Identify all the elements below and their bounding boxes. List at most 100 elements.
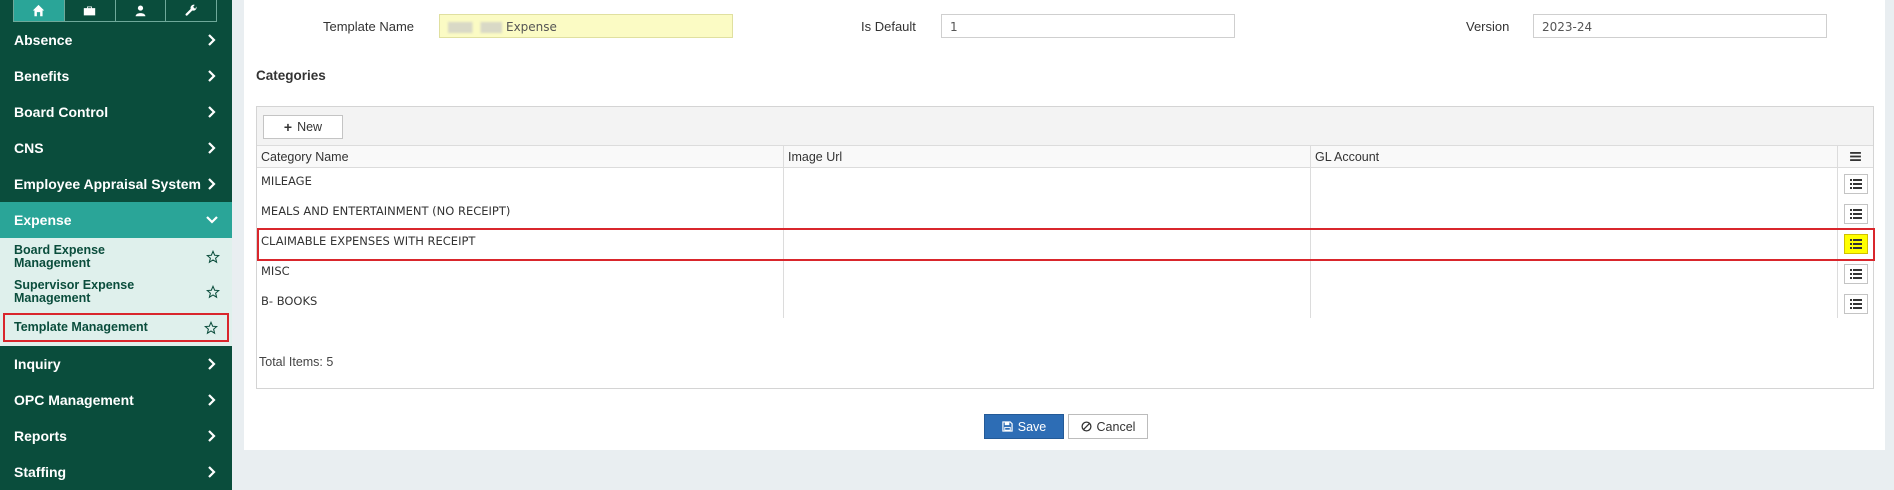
star-icon[interactable] [206, 285, 220, 299]
sidebar-item-opc-management[interactable]: OPC Management [0, 382, 232, 418]
tab-briefcase[interactable] [64, 0, 116, 21]
cell-image-url [784, 258, 1311, 288]
list-icon [1849, 299, 1862, 309]
sidebar-item-label: CNS [14, 140, 44, 156]
chevron-right-icon [208, 142, 216, 154]
table-row[interactable]: B- BOOKS [257, 288, 1873, 318]
sidebar-item-label: Reports [14, 428, 67, 444]
star-icon[interactable] [204, 320, 218, 335]
redacted-text [448, 22, 502, 33]
sidebar-item-absence[interactable]: Absence [0, 22, 232, 58]
chevron-right-icon [208, 178, 216, 190]
grid-header: Category Name Image Url GL Account [257, 146, 1873, 168]
main-panel: Template Name Expense Is Default 1 Versi… [244, 0, 1885, 450]
sidebar-item-label: Staffing [14, 464, 67, 480]
ban-icon [1080, 421, 1092, 432]
sidebar-item-label: Inquiry [14, 356, 61, 372]
chevron-right-icon [208, 394, 216, 406]
chevron-right-icon [208, 466, 216, 478]
sidebar-item-board-control[interactable]: Board Control [0, 94, 232, 130]
cell-gl-account [1311, 198, 1838, 228]
sidebar-subitem-template-management[interactable]: Template Management [2, 312, 230, 343]
template-name-label: Template Name [323, 19, 415, 34]
sidebar-item-reports[interactable]: Reports [0, 418, 232, 454]
column-menu[interactable] [1838, 146, 1873, 167]
tab-tools[interactable] [166, 0, 216, 21]
column-header-gl-account[interactable]: GL Account [1311, 146, 1838, 167]
home-icon [33, 4, 45, 17]
column-header-category-name[interactable]: Category Name [257, 146, 784, 167]
sidebar-item-expense[interactable]: Expense [0, 202, 232, 238]
sidebar-item-benefits[interactable]: Benefits [0, 58, 232, 94]
cell-image-url [784, 228, 1311, 258]
cell-category-name: MISC [257, 258, 784, 288]
row-actions [1838, 288, 1873, 318]
cell-image-url [784, 168, 1311, 198]
sidebar-top-tabs [0, 0, 232, 22]
row-details-button[interactable] [1843, 174, 1868, 194]
categories-title: Categories [256, 68, 326, 83]
new-button-label: New [297, 120, 323, 134]
sidebar-item-label: Absence [14, 32, 73, 48]
cell-gl-account [1311, 228, 1838, 258]
expense-submenu: Board Expense Management Supervisor Expe… [0, 238, 232, 346]
floppy-disk-icon [1002, 421, 1013, 432]
row-details-button[interactable] [1843, 234, 1868, 254]
cancel-button-label: Cancel [1096, 419, 1136, 434]
row-details-button[interactable] [1843, 204, 1868, 224]
version-field[interactable]: 2023-24 [1533, 14, 1827, 38]
cell-gl-account [1311, 168, 1838, 198]
briefcase-icon [83, 6, 96, 16]
new-category-button[interactable]: + New [263, 115, 343, 139]
star-icon[interactable] [206, 249, 220, 264]
sidebar-item-label: Benefits [14, 68, 70, 84]
chevron-right-icon [208, 358, 216, 370]
chevron-right-icon [208, 70, 216, 82]
table-row[interactable]: MEALS AND ENTERTAINMENT (NO RECEIPT) [257, 198, 1873, 228]
sidebar-subitem-supervisor-expense[interactable]: Supervisor Expense Management [0, 272, 232, 312]
cell-category-name: MILEAGE [257, 168, 784, 198]
row-actions [1838, 168, 1873, 198]
row-actions [1838, 258, 1873, 288]
sidebar-subitem-label: Supervisor Expense Management [14, 278, 135, 305]
save-button[interactable]: Save [984, 414, 1064, 439]
grid-toolbar: + New [257, 107, 1873, 146]
chevron-right-icon [208, 34, 216, 46]
save-button-label: Save [1017, 419, 1047, 434]
table-row-selected[interactable]: CLAIMABLE EXPENSES WITH RECEIPT [257, 228, 1873, 258]
column-header-image-url[interactable]: Image Url [784, 146, 1311, 167]
sidebar-item-staffing[interactable]: Staffing [0, 454, 232, 490]
table-row[interactable]: MISC [257, 258, 1873, 288]
menu-icon [1850, 152, 1861, 161]
cell-category-name: B- BOOKS [257, 288, 784, 318]
sidebar-item-employee-appraisal[interactable]: Employee Appraisal System [0, 166, 232, 202]
sidebar-item-label: OPC Management [14, 392, 134, 408]
sidebar-item-inquiry[interactable]: Inquiry [0, 346, 232, 382]
chevron-right-icon [208, 430, 216, 442]
cell-category-name: CLAIMABLE EXPENSES WITH RECEIPT [257, 228, 784, 258]
categories-grid: + New Category Name Image Url GL Account… [256, 106, 1875, 389]
sidebar-item-cns[interactable]: CNS [0, 130, 232, 166]
tab-home[interactable] [14, 0, 65, 21]
user-icon [135, 5, 146, 17]
sidebar-item-label: Board Control [14, 104, 109, 120]
sidebar-subitem-board-expense[interactable]: Board Expense Management [0, 241, 232, 272]
template-name-field[interactable]: Expense [439, 14, 733, 38]
is-default-field[interactable]: 1 [941, 14, 1235, 38]
sidebar-item-label: Expense [14, 212, 72, 228]
cell-gl-account [1311, 288, 1838, 318]
sidebar-subitem-label: Template Management [14, 320, 148, 334]
table-row[interactable]: MILEAGE [257, 168, 1873, 198]
row-details-button[interactable] [1843, 294, 1868, 314]
row-actions [1838, 228, 1873, 258]
list-icon [1849, 209, 1862, 219]
cancel-button[interactable]: Cancel [1068, 414, 1148, 439]
tab-user[interactable] [115, 0, 167, 21]
list-icon [1849, 269, 1862, 279]
cell-category-name: MEALS AND ENTERTAINMENT (NO RECEIPT) [257, 198, 784, 228]
chevron-down-icon [206, 216, 218, 224]
template-form: Template Name Expense Is Default 1 Versi… [244, 14, 1885, 40]
row-details-button[interactable] [1843, 264, 1868, 284]
form-actions: Save Cancel [984, 414, 1148, 439]
sidebar-item-label: Employee Appraisal System [14, 176, 202, 192]
